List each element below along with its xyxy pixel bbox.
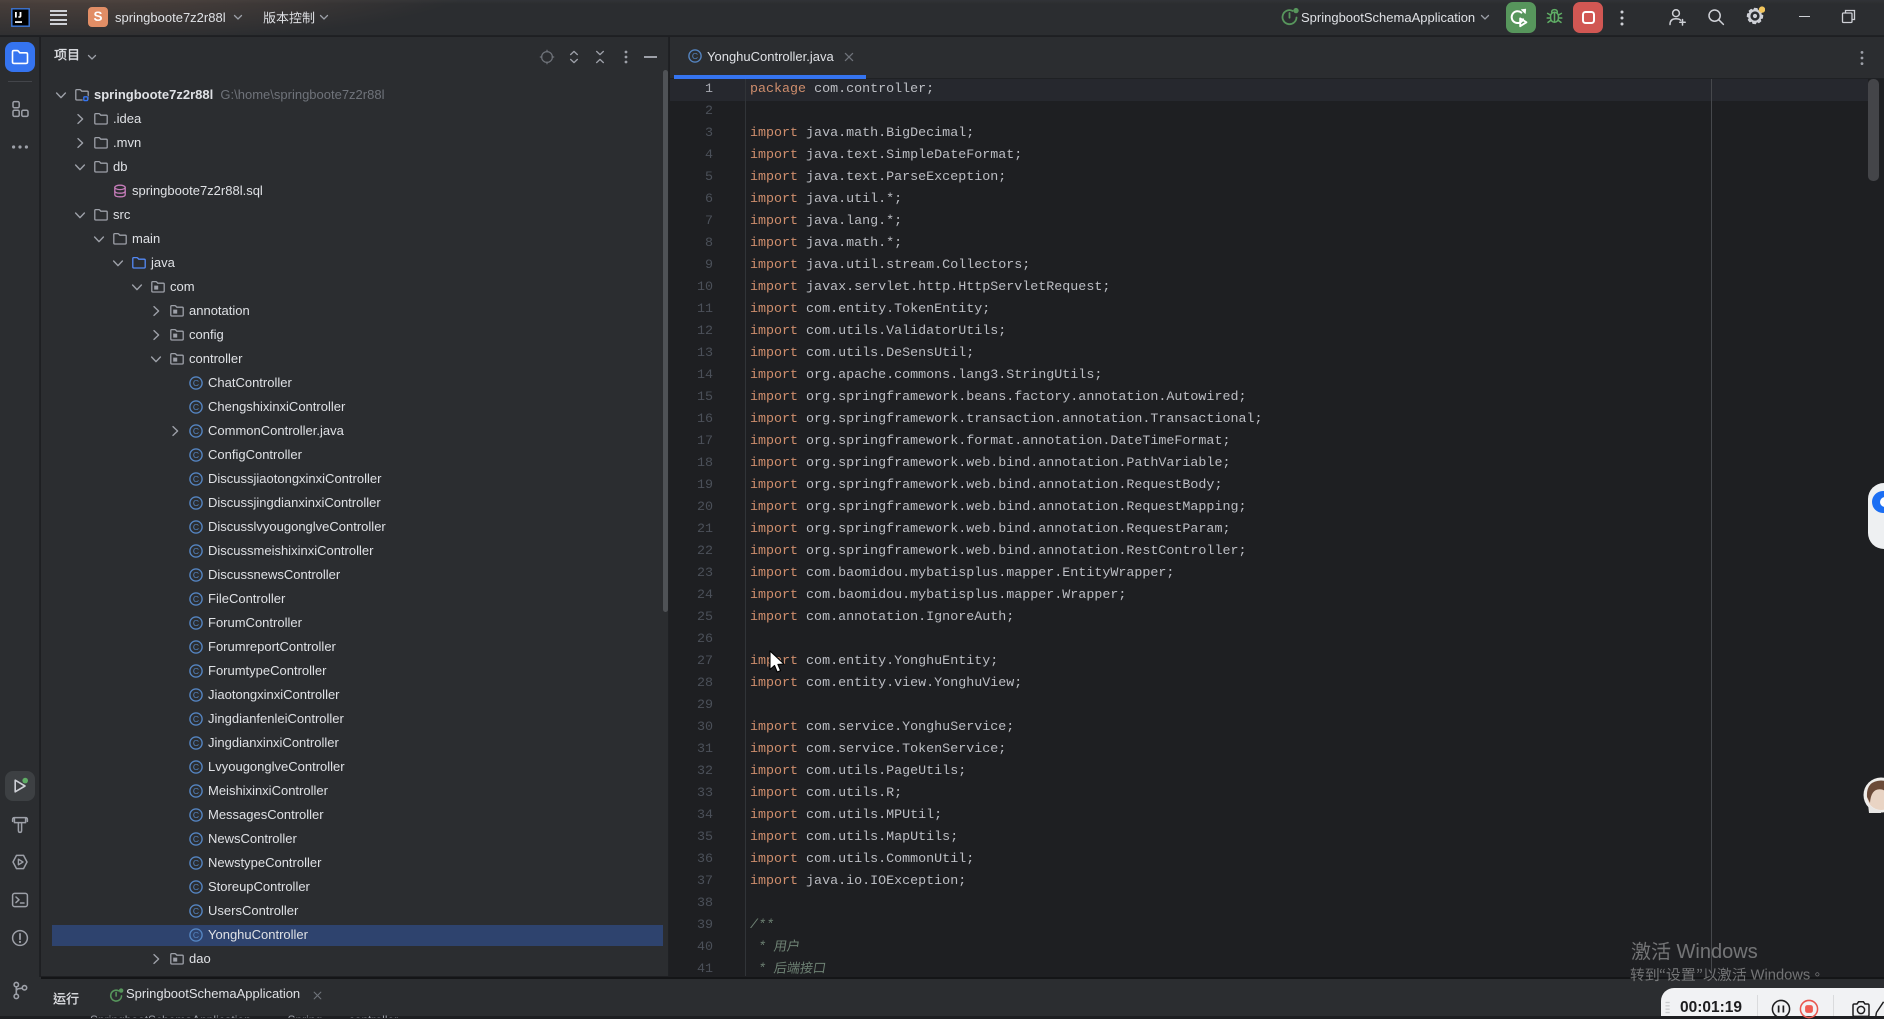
svg-text:C: C [193, 570, 199, 580]
svg-text:C: C [193, 930, 199, 940]
svg-text:C: C [193, 546, 199, 556]
svg-text:C: C [193, 834, 199, 844]
svg-text:C: C [193, 666, 199, 676]
svg-text:C: C [193, 450, 199, 460]
svg-text:C: C [193, 378, 199, 388]
svg-text:C: C [193, 426, 199, 436]
svg-text:C: C [193, 690, 199, 700]
svg-text:C: C [193, 786, 199, 796]
svg-text:C: C [193, 738, 199, 748]
svg-text:C: C [193, 474, 199, 484]
svg-text:C: C [193, 882, 199, 892]
svg-text:C: C [193, 618, 199, 628]
svg-text:C: C [193, 522, 199, 532]
svg-text:C: C [193, 858, 199, 868]
svg-text:C: C [193, 498, 199, 508]
svg-text:C: C [692, 51, 698, 61]
svg-text:C: C [193, 762, 199, 772]
svg-text:C: C [193, 594, 199, 604]
svg-text:C: C [193, 642, 199, 652]
svg-text:C: C [193, 714, 199, 724]
svg-text:C: C [193, 906, 199, 916]
svg-text:C: C [193, 810, 199, 820]
svg-text:C: C [193, 402, 199, 412]
